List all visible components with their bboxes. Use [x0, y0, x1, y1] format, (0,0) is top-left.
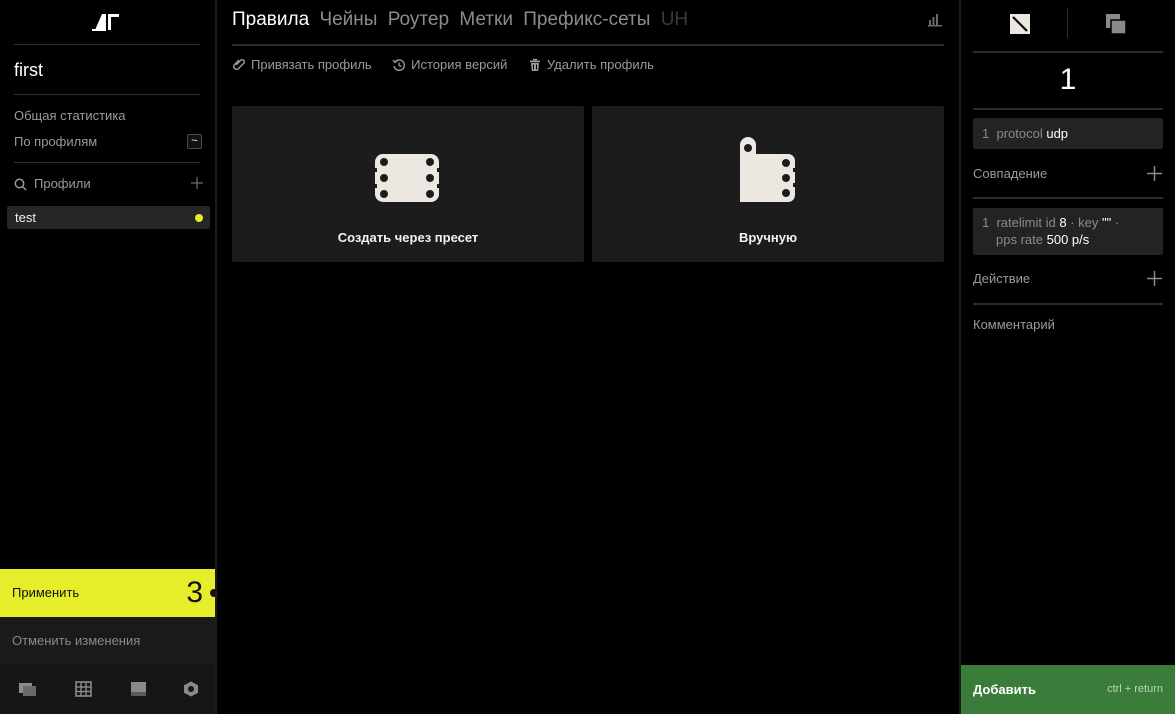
rule-number: 1 — [1059, 63, 1077, 96]
attach-profile-button[interactable]: Привязать профиль — [232, 57, 372, 72]
chart-icon[interactable] — [928, 13, 942, 27]
divider — [959, 0, 961, 714]
version-history-label: История версий — [411, 57, 508, 72]
manual-card[interactable]: Вручную — [592, 106, 944, 262]
action-key-label: · key — [1070, 215, 1099, 230]
action-id: 8 — [1059, 215, 1067, 230]
bottom-toolbar — [0, 665, 215, 714]
action-rate-label: pps rate — [996, 232, 1043, 247]
card-label: Вручную — [738, 230, 798, 245]
delete-profile-button[interactable]: Удалить профиль — [528, 57, 654, 72]
trash-icon — [529, 58, 540, 71]
app-logo[interactable] — [92, 10, 122, 32]
action-line-1: 1 ratelimit id 8 · key "" · — [982, 215, 1119, 230]
action-rate: 500 p/s — [1046, 232, 1090, 247]
version-history-button[interactable]: История версий — [392, 57, 507, 72]
divider — [14, 162, 200, 163]
tab-prefix-sets[interactable]: Префикс-сеты — [523, 9, 650, 31]
divider — [973, 108, 1163, 110]
row-index: 1 — [982, 215, 990, 230]
divider — [14, 94, 200, 95]
add-rule-button[interactable]: Добавить ctrl + return — [961, 665, 1175, 714]
comment-field[interactable]: Комментарий — [973, 317, 1055, 332]
add-match-icon[interactable] — [1147, 166, 1162, 181]
match-section-label: Совпадение — [973, 166, 1048, 181]
divider — [232, 44, 944, 46]
shortcut-hint: ctrl + return — [1107, 683, 1163, 695]
paperclip-icon — [233, 58, 245, 70]
tab-router[interactable]: Роутер — [388, 9, 449, 31]
cancel-changes-button[interactable]: Отменить изменения — [0, 617, 215, 665]
match-condition-text: 1 protocol udp — [982, 126, 1068, 141]
copy-icon[interactable] — [1105, 13, 1127, 35]
history-icon — [392, 58, 406, 71]
delete-profile-label: Удалить профиль — [546, 57, 654, 72]
profile-toolbar: Привязать профиль История версий Удалить… — [232, 57, 670, 75]
search-icon — [14, 178, 27, 191]
tab-rules[interactable]: Правила — [232, 9, 309, 31]
preset-icon — [374, 154, 440, 202]
status-dot — [195, 214, 203, 222]
panel-icon[interactable] — [130, 681, 148, 697]
action-line-2: pps rate 500 p/s — [996, 232, 1089, 247]
attach-profile-label: Привязать профиль — [251, 57, 372, 72]
profile-item-label: test — [15, 210, 36, 225]
action-row[interactable]: 1 ratelimit id 8 · key "" · pps rate 500… — [973, 208, 1163, 255]
tab-chains[interactable]: Чейны — [319, 9, 377, 31]
match-condition-row[interactable]: 1 protocol udp — [973, 118, 1163, 149]
add-profile-icon[interactable] — [190, 176, 204, 190]
match-key: protocol — [996, 126, 1043, 141]
divider — [215, 0, 217, 714]
apply-button[interactable]: Применить 3 — [0, 569, 218, 617]
divider — [973, 197, 1163, 199]
tab-labels[interactable]: Метки — [459, 9, 513, 31]
divider — [973, 51, 1163, 53]
cancel-label: Отменить изменения — [12, 633, 141, 648]
profile-title: first — [14, 60, 43, 80]
divider — [973, 303, 1163, 305]
apply-label: Применить — [12, 585, 80, 600]
add-label: Добавить — [973, 682, 1036, 697]
search-label: Профили — [34, 176, 91, 191]
divider — [14, 44, 200, 45]
separator: · — [1114, 215, 1120, 230]
pending-changes-count: 3 — [186, 576, 203, 609]
card-label: Создать через пресет — [337, 230, 479, 245]
gear-icon[interactable] — [182, 681, 200, 697]
row-index: 1 — [982, 126, 990, 141]
create-from-preset-card[interactable]: Создать через пресет — [232, 106, 584, 262]
grid-icon[interactable] — [75, 681, 93, 697]
edit-rule-icon[interactable] — [1009, 13, 1031, 35]
profile-search[interactable]: Профили — [14, 175, 204, 193]
tab-uh[interactable]: UH — [661, 9, 688, 31]
nav-general-stats[interactable]: Общая статистика — [14, 108, 126, 123]
nav-by-profiles[interactable]: По профилям — [14, 134, 97, 149]
sidebar: first Общая статистика По профилям ~ Про… — [0, 0, 218, 714]
shortcut-badge: ~ — [187, 134, 202, 149]
match-value: udp — [1046, 126, 1069, 141]
chat-icon[interactable] — [19, 681, 37, 697]
divider — [1067, 8, 1068, 38]
main-tabs: Правила Чейны Роутер Метки Префикс-сеты … — [232, 9, 693, 35]
action-type: ratelimit id — [996, 215, 1056, 230]
action-key: "" — [1102, 215, 1112, 230]
add-action-icon[interactable] — [1147, 271, 1162, 286]
manual-icon — [740, 137, 796, 202]
action-section-label: Действие — [973, 271, 1031, 286]
profile-list-item[interactable]: test — [7, 206, 210, 229]
